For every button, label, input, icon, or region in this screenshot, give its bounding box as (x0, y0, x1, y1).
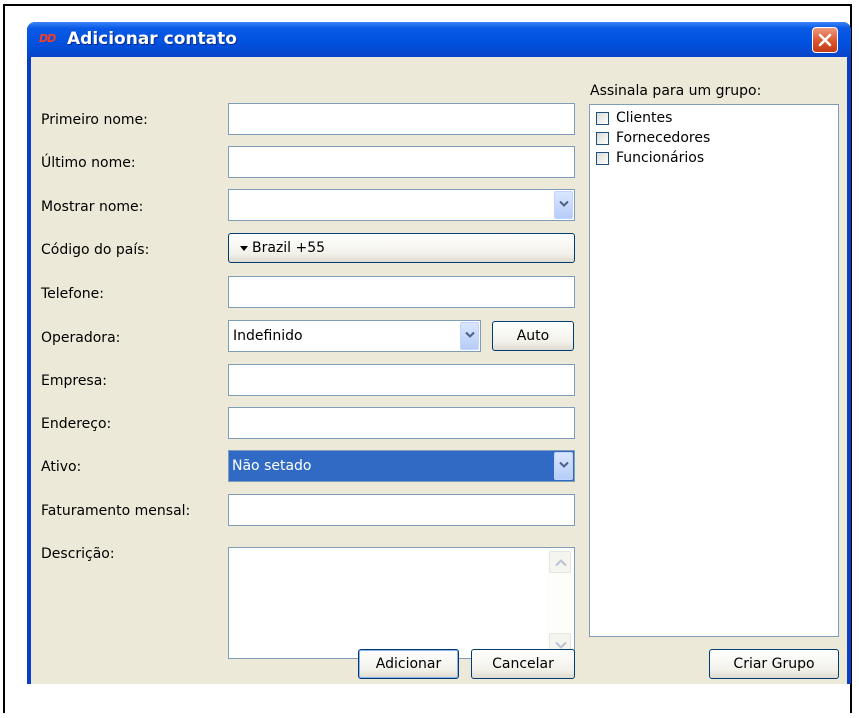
country-code-button[interactable]: Brazil +55 (228, 233, 575, 263)
checkbox[interactable] (596, 132, 609, 145)
carrier-label: Operadora: (41, 330, 121, 346)
address-label: Endereço: (41, 416, 112, 432)
company-field[interactable] (228, 364, 575, 396)
dialog-title: Adicionar contato (67, 29, 237, 49)
checkbox[interactable] (596, 112, 609, 125)
group-list: Clientes Fornecedores Funcionários (589, 104, 839, 637)
company-label: Empresa: (41, 373, 108, 389)
dialog-window: DD Adicionar contato Primeiro nome: Últi… (27, 22, 851, 684)
create-group-button[interactable]: Criar Grupo (709, 649, 839, 679)
first-name-field[interactable] (228, 103, 575, 135)
group-panel-title: Assinala para um grupo: (590, 83, 762, 99)
address-field[interactable] (228, 407, 575, 439)
first-name-label: Primeiro nome: (41, 112, 148, 128)
scroll-up-button[interactable] (549, 551, 571, 573)
auto-button[interactable]: Auto (492, 321, 574, 351)
display-name-dropdown-button[interactable] (554, 191, 573, 219)
description-label: Descrição: (41, 546, 115, 562)
monthly-billing-field[interactable] (228, 494, 575, 526)
active-label: Ativo: (41, 459, 82, 475)
dialog-body: Primeiro nome: Último nome: Mostrar nome… (31, 57, 847, 684)
app-logo-icon: DD (39, 32, 56, 45)
cancel-button[interactable]: Cancelar (471, 649, 575, 679)
active-dropdown-button[interactable] (554, 452, 573, 480)
checkbox[interactable] (596, 152, 609, 165)
country-code-label: Código do país: (41, 242, 150, 258)
title-bar[interactable]: DD Adicionar contato (27, 22, 851, 57)
close-button[interactable] (812, 27, 838, 53)
carrier-select[interactable]: Indefinido (228, 320, 481, 352)
add-button[interactable]: Adicionar (358, 649, 459, 679)
chevron-down-icon (559, 200, 569, 207)
triangle-down-icon (240, 246, 248, 251)
last-name-label: Último nome: (41, 155, 136, 171)
close-icon (818, 33, 832, 47)
phone-label: Telefone: (41, 286, 104, 302)
description-textarea[interactable] (228, 547, 575, 659)
display-name-label: Mostrar nome: (41, 199, 144, 215)
description-scrollbar[interactable] (547, 549, 573, 657)
arrow-down-icon (555, 641, 567, 649)
group-item-label: Clientes (616, 110, 673, 126)
active-value: Não setado (232, 458, 312, 474)
chevron-down-icon (559, 461, 569, 468)
carrier-dropdown-button[interactable] (460, 322, 479, 350)
country-code-value: Brazil +55 (252, 240, 326, 256)
last-name-field[interactable] (228, 146, 575, 178)
group-item-label: Fornecedores (616, 130, 711, 146)
group-item-label: Funcionários (616, 150, 705, 166)
monthly-billing-label: Faturamento mensal: (41, 503, 191, 519)
carrier-value: Indefinido (233, 328, 303, 344)
chevron-down-icon (465, 331, 475, 338)
display-name-select[interactable] (228, 189, 575, 221)
arrow-up-icon (555, 559, 567, 567)
active-select[interactable]: Não setado (228, 450, 575, 482)
phone-field[interactable] (228, 276, 575, 308)
